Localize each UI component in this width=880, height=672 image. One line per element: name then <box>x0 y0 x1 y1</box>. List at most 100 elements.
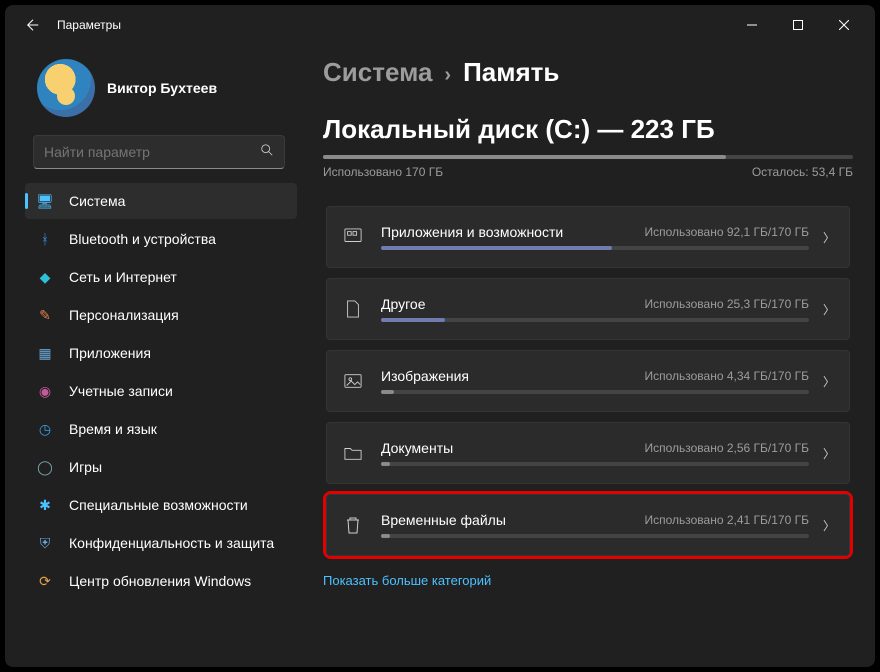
category-bar-fill <box>381 246 612 250</box>
breadcrumb: Система › Память <box>323 53 853 88</box>
category-apps[interactable]: Приложения и возможности Использовано 92,… <box>326 206 850 268</box>
file-icon <box>341 297 365 321</box>
category-body: Другое Использовано 25,3 ГБ/170 ГБ <box>381 296 809 322</box>
breadcrumb-current: Память <box>463 57 559 88</box>
chevron-right-icon: 〉 <box>823 517 835 534</box>
sidebar-item-time[interactable]: ◷Время и язык <box>25 411 297 447</box>
sidebar-item-update[interactable]: ⟳ Центр обновления Windows <box>25 563 297 599</box>
access-icon: ✱ <box>35 495 55 515</box>
sidebar-item-label: Учетные записи <box>69 383 173 399</box>
maximize-button[interactable] <box>775 9 821 41</box>
chevron-right-icon: 〉 <box>823 229 835 246</box>
category-bar <box>381 534 809 538</box>
avatar <box>37 59 95 117</box>
disk-free-label: Осталось: 53,4 ГБ <box>752 165 853 179</box>
sidebar-item-label: Время и язык <box>69 421 157 437</box>
category-images[interactable]: Изображения Использовано 4,34 ГБ/170 ГБ 〉 <box>326 350 850 412</box>
nav: 🖥 Система ᚼ Bluetooth и устройства ◆ Сеть и И… <box>13 183 297 599</box>
profile[interactable]: Виктор Бухтеев <box>13 45 297 127</box>
sidebar-item-label: Игры <box>69 459 102 475</box>
grid-icon <box>341 225 365 249</box>
sidebar-item-label: Система <box>69 193 125 209</box>
sidebar-item-network[interactable]: ◆ Сеть и Интернет <box>25 259 297 295</box>
back-button[interactable] <box>21 13 45 37</box>
network-icon: ◆ <box>35 267 55 287</box>
category-label: Другое <box>381 296 425 312</box>
sidebar-item-games[interactable]: ◯ Игры <box>25 449 297 485</box>
titlebar: Параметры <box>5 5 875 45</box>
disk-usage-bar <box>323 155 853 159</box>
close-button[interactable] <box>821 9 867 41</box>
sidebar-item-apps[interactable]: ▦ Приложения <box>25 335 297 371</box>
category-label: Изображения <box>381 368 469 384</box>
storage-categories: Приложения и возможности Использовано 92,… <box>323 203 853 559</box>
search-box[interactable] <box>33 135 285 169</box>
sidebar-item-privacy[interactable]: ⛨ Конфиденциальность и защита <box>25 525 297 561</box>
category-body: Приложения и возможности Использовано 92,… <box>381 224 809 250</box>
window-controls <box>729 9 867 41</box>
sidebar-item-label: Bluetooth и устройства <box>69 231 216 247</box>
main: Система › Память Локальный диск (C:) — 2… <box>305 45 875 667</box>
games-icon: ◯ <box>35 457 55 477</box>
chevron-right-icon: 〉 <box>823 445 835 462</box>
category-label: Временные файлы <box>381 512 506 528</box>
sidebar-item-label: Конфиденциальность и защита <box>69 535 274 551</box>
category-bar <box>381 318 809 322</box>
sidebar-item-label: Центр обновления Windows <box>69 573 251 589</box>
body: Виктор Бухтеев 🖥 Система ᚼ Bluetooth и устр… <box>5 45 875 667</box>
category-wrap-temp: Временные файлы Использовано 2,41 ГБ/170 … <box>323 491 853 559</box>
disk-usage-fill <box>323 155 726 159</box>
chevron-right-icon: 〉 <box>823 373 835 390</box>
breadcrumb-root[interactable]: Система <box>323 57 432 88</box>
category-meta: Использовано 2,41 ГБ/170 ГБ <box>644 513 809 527</box>
system-icon: 🖥 <box>35 191 55 211</box>
search-input[interactable] <box>44 144 260 160</box>
category-wrap-images: Изображения Использовано 4,34 ГБ/170 ГБ 〉 <box>323 347 853 415</box>
sidebar-item-system[interactable]: 🖥 Система <box>25 183 297 219</box>
category-other[interactable]: Другое Использовано 25,3 ГБ/170 ГБ 〉 <box>326 278 850 340</box>
sidebar-item-personal[interactable]: ✎ Персонализация <box>25 297 297 333</box>
sidebar-item-label: Специальные возможности <box>69 497 248 513</box>
show-more-link[interactable]: Показать больше категорий <box>323 573 853 588</box>
category-bar-fill <box>381 462 390 466</box>
window-title: Параметры <box>57 18 121 32</box>
category-bar <box>381 462 809 466</box>
privacy-icon: ⛨ <box>35 533 55 553</box>
category-meta: Использовано 2,56 ГБ/170 ГБ <box>644 441 809 455</box>
category-bar-fill <box>381 390 394 394</box>
category-meta: Использовано 92,1 ГБ/170 ГБ <box>644 225 809 239</box>
category-docs[interactable]: ДокументыИспользовано 2,56 ГБ/170 ГБ 〉 <box>326 422 850 484</box>
settings-window: Параметры Виктор Бухтеев 🖥 Система ᚼ Blueto… <box>5 5 875 667</box>
category-label: Приложения и возможности <box>381 224 563 240</box>
category-meta: Использовано 4,34 ГБ/170 ГБ <box>644 369 809 383</box>
category-body: Изображения Использовано 4,34 ГБ/170 ГБ <box>381 368 809 394</box>
personal-icon: ✎ <box>35 305 55 325</box>
sidebar-item-bluetooth[interactable]: ᚼ Bluetooth и устройства <box>25 221 297 257</box>
category-body: Временные файлы Использовано 2,41 ГБ/170 … <box>381 512 809 538</box>
bluetooth-icon: ᚼ <box>35 229 55 249</box>
search-icon <box>260 143 274 162</box>
sidebar-item-label: Персонализация <box>69 307 179 323</box>
sidebar-item-accounts[interactable]: ◉Учетные записи <box>25 373 297 409</box>
category-bar <box>381 246 809 250</box>
apps-icon: ▦ <box>35 343 55 363</box>
category-wrap-apps: Приложения и возможности Использовано 92,… <box>323 203 853 271</box>
minimize-icon <box>747 20 757 30</box>
chevron-right-icon: 〉 <box>823 301 835 318</box>
category-meta: Использовано 25,3 ГБ/170 ГБ <box>644 297 809 311</box>
sidebar-item-access[interactable]: ✱ Специальные возможности <box>25 487 297 523</box>
update-icon: ⟳ <box>35 571 55 591</box>
category-temp[interactable]: Временные файлы Использовано 2,41 ГБ/170 … <box>326 494 850 556</box>
sidebar: Виктор Бухтеев 🖥 Система ᚼ Bluetooth и устр… <box>5 45 305 667</box>
category-wrap-other: Другое Использовано 25,3 ГБ/170 ГБ 〉 <box>323 275 853 343</box>
sidebar-item-label: Сеть и Интернет <box>69 269 177 285</box>
category-body: ДокументыИспользовано 2,56 ГБ/170 ГБ <box>381 440 809 466</box>
category-wrap-docs: ДокументыИспользовано 2,56 ГБ/170 ГБ 〉 <box>323 419 853 487</box>
folder-icon <box>341 441 365 465</box>
maximize-icon <box>793 20 803 30</box>
minimize-button[interactable] <box>729 9 775 41</box>
sidebar-item-label: Приложения <box>69 345 151 361</box>
category-bar-fill <box>381 534 390 538</box>
chevron-right-icon: › <box>444 64 451 87</box>
arrow-left-icon <box>26 18 40 32</box>
